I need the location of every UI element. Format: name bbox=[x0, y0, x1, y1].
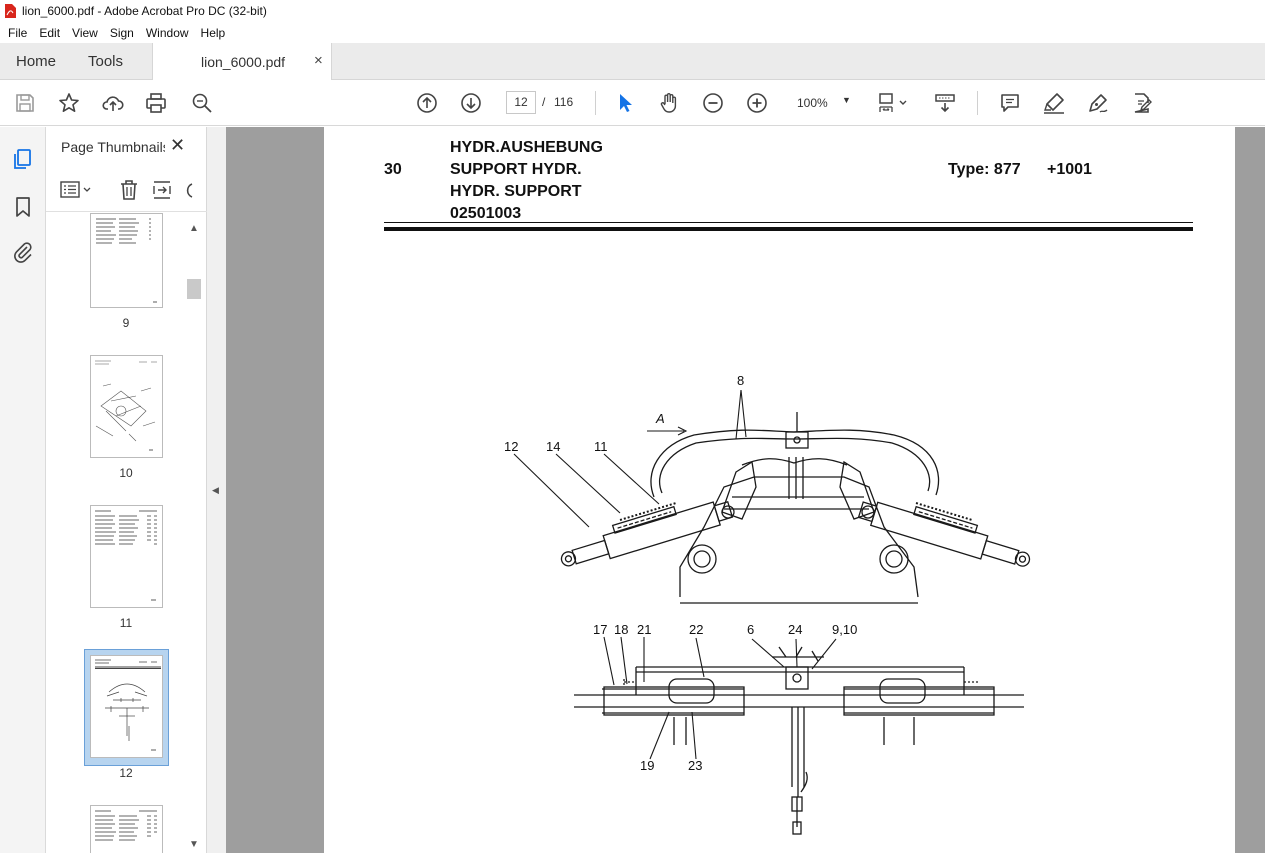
panel-toolbar bbox=[58, 177, 203, 203]
menu-help[interactable]: Help bbox=[195, 26, 232, 40]
save-icon[interactable] bbox=[12, 90, 38, 116]
document-canvas[interactable]: HYDR.AUSHEBUNG SUPPORT HYDR. HYDR. SUPPO… bbox=[226, 127, 1265, 853]
thumbnail-page[interactable] bbox=[90, 213, 163, 308]
panel-collapse-bar[interactable]: ◀ bbox=[207, 127, 226, 853]
cloud-upload-icon[interactable] bbox=[100, 90, 126, 116]
callout-14: 14 bbox=[546, 439, 560, 454]
menu-bar: File Edit View Sign Window Help bbox=[0, 22, 1265, 43]
menu-window[interactable]: Window bbox=[140, 26, 195, 40]
callout-18: 18 bbox=[614, 622, 628, 637]
zoom-value: 100% bbox=[797, 96, 828, 110]
page-total: 116 bbox=[554, 95, 574, 109]
zoom-out-icon[interactable] bbox=[700, 90, 726, 116]
print-icon[interactable] bbox=[143, 90, 169, 116]
thumbnail-preview bbox=[95, 810, 157, 841]
collapse-arrow-icon[interactable]: ◀ bbox=[212, 485, 219, 496]
chevron-down-icon: ▼ bbox=[842, 95, 851, 105]
thumbnail-label: 10 bbox=[119, 466, 133, 480]
thumbnails-panel: Page Thumbnails ✕ 9 10 11 12 ▲ ▼ bbox=[46, 127, 207, 853]
thumbnail-options-icon[interactable] bbox=[58, 179, 94, 201]
toolbar-divider bbox=[595, 91, 596, 115]
callout-9-10: 9,10 bbox=[832, 622, 857, 637]
tab-tools[interactable]: Tools bbox=[88, 53, 123, 70]
menu-view[interactable]: View bbox=[66, 26, 104, 40]
callout-17: 17 bbox=[593, 622, 607, 637]
previous-page-icon[interactable] bbox=[414, 90, 440, 116]
callout-24: 24 bbox=[788, 622, 802, 637]
thumbnail-page[interactable] bbox=[90, 805, 163, 853]
hydraulic-support-drawing: A 8 12 14 11 17 18 21 22 6 24 9,10 19 23 bbox=[504, 373, 1031, 835]
page-number-input[interactable]: 12 bbox=[506, 91, 536, 114]
thumbnail-label: 12 bbox=[119, 766, 133, 780]
scroll-up-arrow[interactable]: ▲ bbox=[189, 223, 199, 234]
thumbnail-page-current[interactable] bbox=[90, 655, 163, 758]
sign-pen-icon[interactable] bbox=[1085, 90, 1111, 116]
menu-file[interactable]: File bbox=[2, 26, 33, 40]
panel-divider bbox=[46, 211, 207, 212]
zoom-select[interactable]: 100% ▼ bbox=[787, 91, 857, 114]
select-cursor-icon[interactable] bbox=[612, 90, 638, 116]
thumbnail-list: 9 10 11 12 bbox=[46, 213, 186, 853]
view-marker: A bbox=[655, 411, 665, 426]
next-page-icon[interactable] bbox=[458, 90, 484, 116]
edit-document-icon[interactable] bbox=[1129, 90, 1155, 116]
canvas-margin bbox=[1235, 127, 1265, 853]
title-bar: lion_6000.pdf - Adobe Acrobat Pro DC (32… bbox=[0, 0, 1265, 22]
thumbnail-page[interactable] bbox=[90, 355, 163, 458]
comment-icon[interactable] bbox=[997, 90, 1023, 116]
left-rail bbox=[0, 127, 46, 853]
page-separator: / bbox=[542, 95, 546, 109]
tab-home[interactable]: Home bbox=[16, 53, 56, 70]
window-title: lion_6000.pdf - Adobe Acrobat Pro DC (32… bbox=[22, 4, 267, 18]
zoom-search-icon[interactable] bbox=[189, 90, 215, 116]
thumbnail-preview bbox=[96, 218, 157, 303]
hand-tool-icon[interactable] bbox=[656, 90, 682, 116]
tab-document-label: lion_6000.pdf bbox=[201, 54, 286, 70]
thumbnail-preview bbox=[95, 659, 161, 751]
callout-22: 22 bbox=[689, 622, 703, 637]
callout-19: 19 bbox=[640, 758, 654, 773]
page-extract-icon[interactable] bbox=[151, 178, 173, 202]
pdf-page: HYDR.AUSHEBUNG SUPPORT HYDR. HYDR. SUPPO… bbox=[324, 127, 1235, 853]
acrobat-icon bbox=[5, 4, 16, 18]
bookmark-icon[interactable] bbox=[11, 195, 35, 219]
callout-6: 6 bbox=[747, 622, 754, 637]
delete-icon[interactable] bbox=[118, 178, 140, 202]
tab-close-icon[interactable]: × bbox=[314, 52, 323, 69]
zoom-in-icon[interactable] bbox=[744, 90, 770, 116]
page-fit-icon[interactable] bbox=[876, 90, 916, 116]
menu-sign[interactable]: Sign bbox=[104, 26, 140, 40]
toolbar-divider bbox=[977, 91, 978, 115]
scroll-down-arrow[interactable]: ▼ bbox=[189, 839, 199, 850]
rotate-icon[interactable] bbox=[184, 178, 194, 202]
callout-11: 11 bbox=[594, 439, 608, 454]
scroll-thumb[interactable] bbox=[187, 279, 201, 299]
thumbnail-label: 9 bbox=[122, 316, 130, 330]
thumbnail-label: 11 bbox=[119, 616, 133, 630]
scroll-mode-icon[interactable] bbox=[932, 90, 958, 116]
callout-12: 12 bbox=[504, 439, 518, 454]
thumbnail-scrollbar[interactable]: ▲ ▼ bbox=[186, 213, 203, 853]
thumbnail-preview bbox=[95, 510, 157, 601]
page-thumbnails-icon[interactable] bbox=[11, 147, 35, 171]
tab-document[interactable]: lion_6000.pdf × bbox=[152, 43, 332, 81]
panel-title: Page Thumbnails bbox=[61, 139, 165, 155]
callout-8: 8 bbox=[737, 373, 744, 388]
panel-close-icon[interactable]: ✕ bbox=[170, 135, 185, 156]
callout-21: 21 bbox=[637, 622, 651, 637]
star-icon[interactable] bbox=[56, 90, 82, 116]
callout-23: 23 bbox=[688, 758, 702, 773]
thumbnail-page[interactable] bbox=[90, 505, 163, 608]
highlight-pen-icon[interactable] bbox=[1041, 90, 1067, 116]
toolbar: 12 / 116 100% ▼ bbox=[0, 80, 1265, 126]
tab-bar: Home Tools lion_6000.pdf × bbox=[0, 43, 1265, 81]
menu-edit[interactable]: Edit bbox=[33, 26, 66, 40]
attachment-icon[interactable] bbox=[11, 240, 35, 264]
thumbnail-preview bbox=[95, 360, 157, 451]
